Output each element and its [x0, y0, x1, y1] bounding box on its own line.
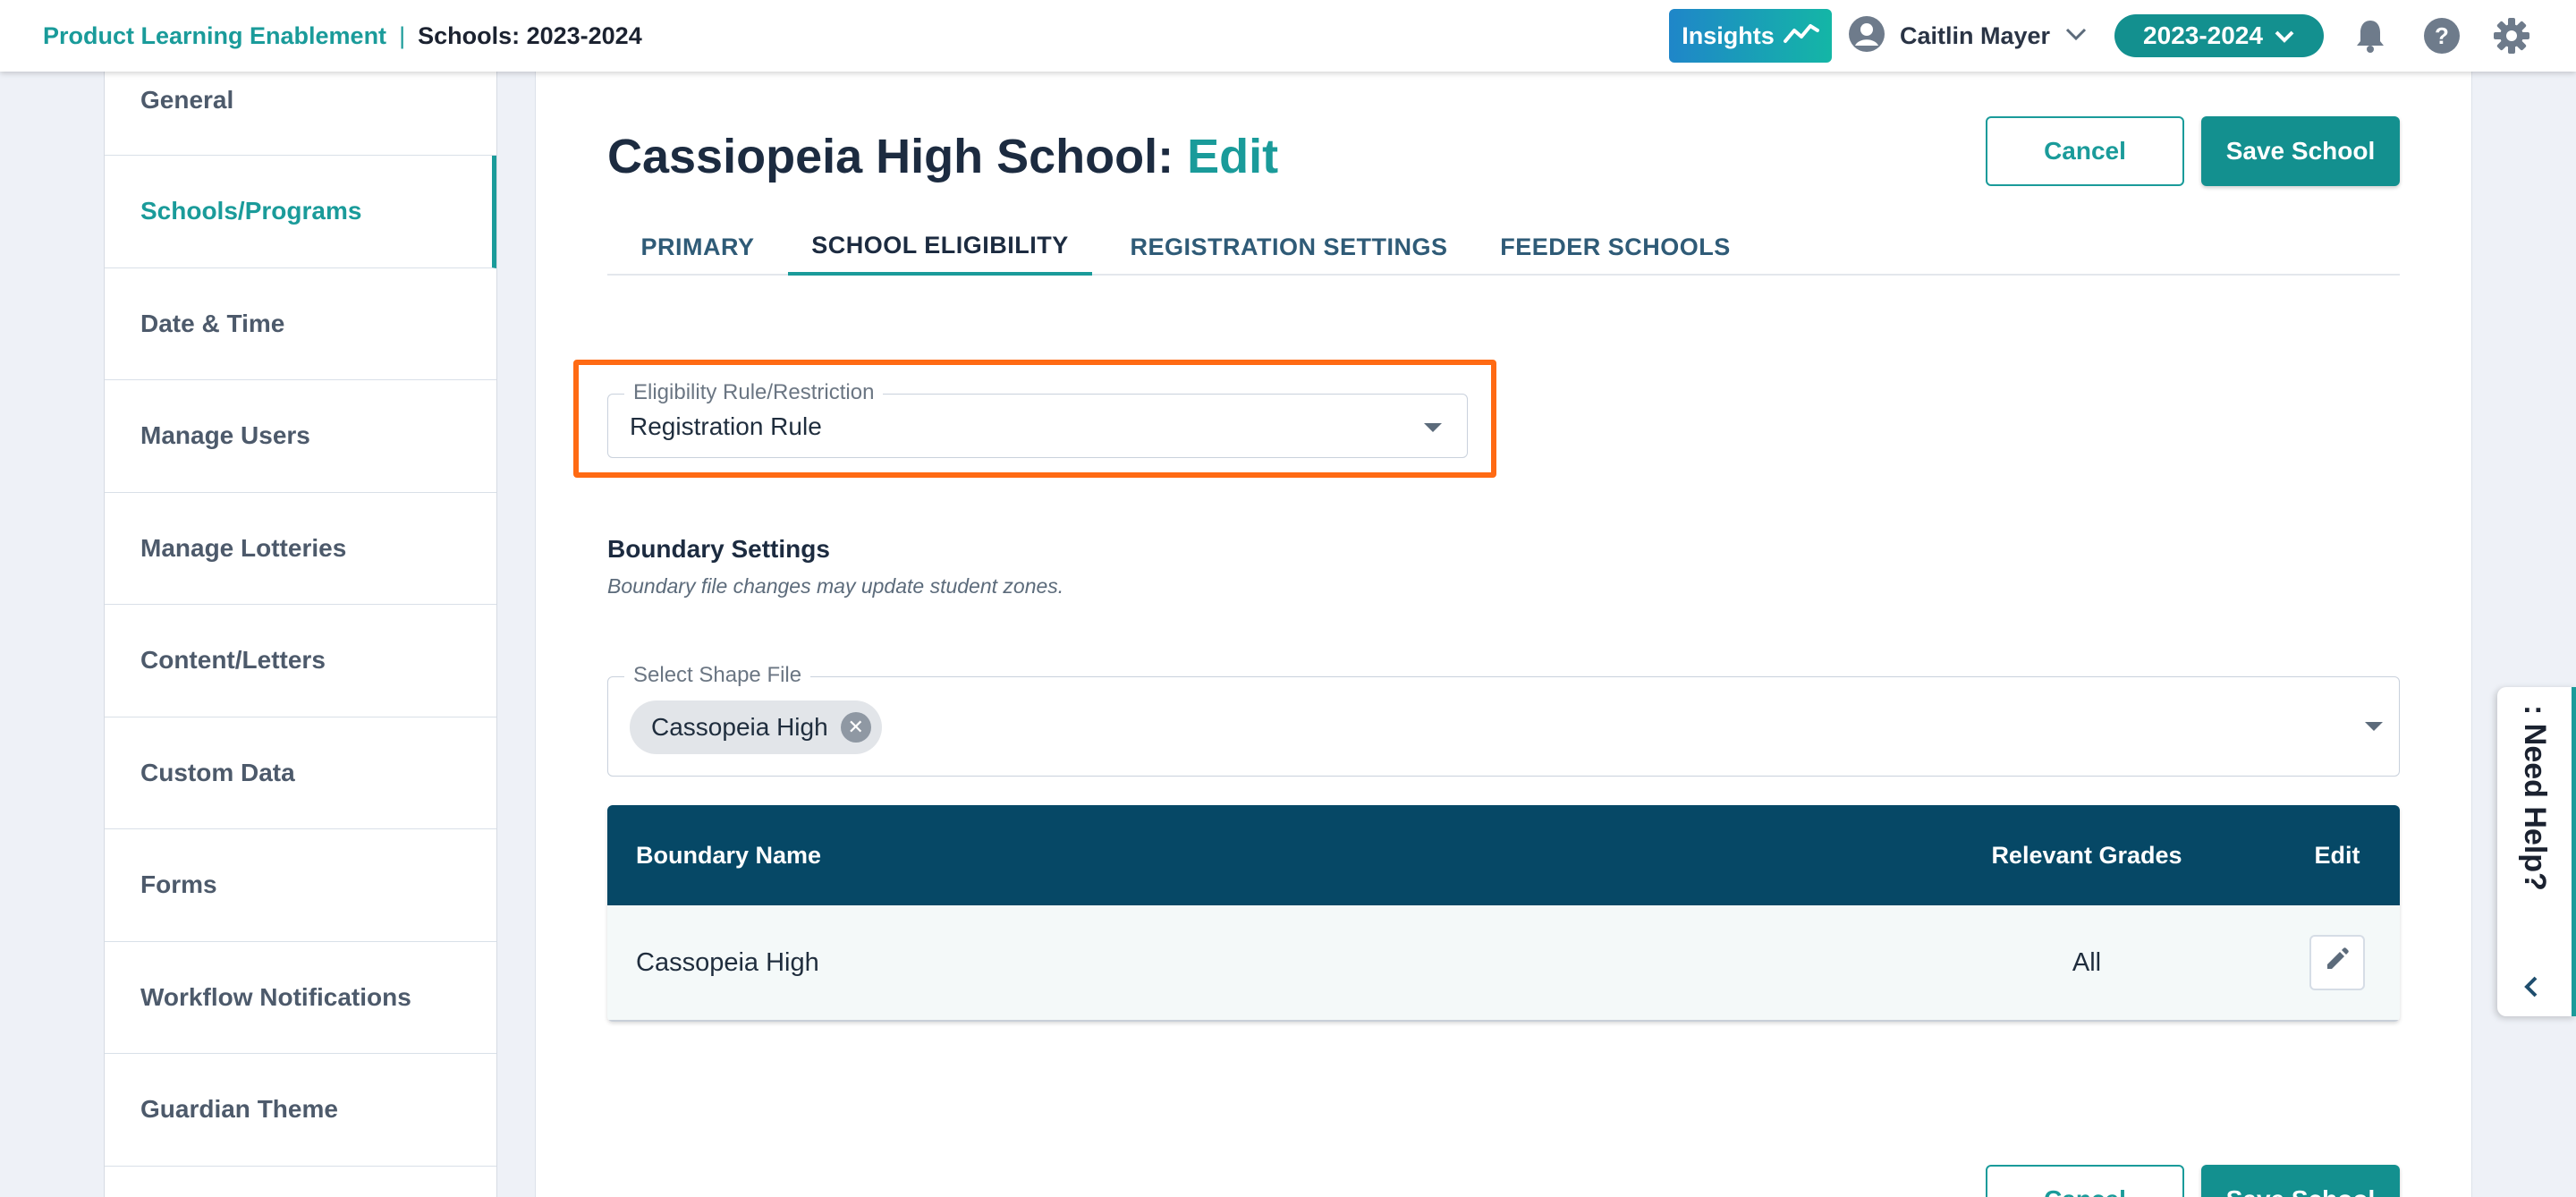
sidebar-item-label: Custom Data: [140, 758, 295, 786]
school-name: Cassiopeia High School:: [607, 130, 1174, 183]
tab-bar: PRIMARY SCHOOL ELIGIBILITY REGISTRATION …: [607, 218, 2400, 276]
sidebar-item-label: Forms: [140, 870, 217, 899]
sidebar-item-date-time[interactable]: Date & Time: [105, 268, 496, 380]
caret-down-icon: [2365, 722, 2383, 731]
svg-text:?: ?: [2435, 22, 2449, 49]
sidebar-item-custom-data[interactable]: Custom Data: [105, 717, 496, 829]
boundary-table: Boundary Name Relevant Grades Edit Casso…: [607, 805, 2400, 1022]
column-header: Boundary Name: [636, 841, 822, 869]
chevron-left-icon: [2522, 975, 2540, 1003]
insights-label: Insights: [1682, 21, 1775, 49]
bell-icon[interactable]: [2351, 16, 2390, 55]
edit-school-panel: Cassiopeia High School: Edit Cancel Save…: [535, 72, 2472, 1197]
title-mode: Edit: [1187, 130, 1279, 183]
sidebar-item-label: Content/Letters: [140, 646, 326, 675]
tab-school-eligibility[interactable]: SCHOOL ELIGIBILITY: [788, 218, 1092, 276]
shape-file-chip: Cassopeia High ✕: [630, 700, 882, 754]
sidebar-item-label: Guardian Theme: [140, 1095, 338, 1124]
year-label: 2023-2024: [2143, 21, 2263, 49]
breadcrumb-separator: |: [399, 21, 406, 49]
sidebar-item-label: Manage Users: [140, 421, 310, 450]
tab-registration-settings[interactable]: REGISTRATION SETTINGS: [1092, 218, 1486, 276]
table-row: Cassopeia High All: [607, 905, 2400, 1022]
shape-file-label: Select Shape File: [624, 663, 811, 688]
column-header: Relevant Grades: [1991, 841, 2182, 869]
edit-row-button[interactable]: [2309, 935, 2365, 990]
insights-button[interactable]: Insights: [1669, 9, 1832, 63]
eligibility-rule-select[interactable]: Eligibility Rule/Restriction Registratio…: [607, 380, 1468, 458]
eligibility-rule-value: Registration Rule: [630, 412, 822, 440]
tab-feeder-schools[interactable]: FEEDER SCHOOLS: [1486, 218, 1745, 276]
need-help-tab[interactable]: : Need Help?: [2497, 687, 2576, 1016]
org-name[interactable]: Product Learning Enablement: [43, 22, 386, 50]
gear-icon[interactable]: [2492, 16, 2531, 55]
sidebar-item-label: Schools/Programs: [140, 197, 362, 225]
bottom-save-school-button[interactable]: Save School: [2201, 1165, 2400, 1197]
year-selector[interactable]: 2023-2024: [2114, 14, 2324, 57]
pencil-icon: [2324, 946, 2351, 980]
chevron-down-icon: [2274, 21, 2295, 50]
table-header: Boundary Name Relevant Grades Edit: [607, 805, 2400, 905]
user-menu[interactable]: Caitlin Mayer: [1848, 0, 2088, 72]
top-bar: Product Learning Enablement | Schools: 2…: [0, 0, 2576, 72]
caret-down-icon: [1424, 423, 1442, 432]
sidebar-item-manage-users[interactable]: Manage Users: [105, 380, 496, 493]
sidebar-item-label: Workflow Notifications: [140, 982, 411, 1011]
page-title: Cassiopeia High School: Edit: [607, 129, 1278, 184]
sidebar-item-general[interactable]: General: [105, 72, 496, 156]
user-avatar-icon: [1848, 15, 1885, 57]
sidebar-item-content-letters[interactable]: Content/Letters: [105, 605, 496, 717]
sidebar-item-schools-programs[interactable]: Schools/Programs: [105, 156, 496, 268]
breadcrumb: Product Learning Enablement | Schools: 2…: [43, 0, 642, 72]
user-name: Caitlin Mayer: [1900, 21, 2051, 49]
edit-cell: [2275, 935, 2400, 990]
tab-primary[interactable]: PRIMARY: [607, 218, 788, 276]
bottom-cancel-button[interactable]: Cancel: [1986, 1165, 2184, 1197]
shape-file-select[interactable]: Select Shape File Cassopeia High ✕: [607, 663, 2400, 777]
sidebar-item-workflow-notifications[interactable]: Workflow Notifications: [105, 942, 496, 1054]
boundary-settings-title: Boundary Settings: [607, 535, 830, 563]
relevant-grades-cell: All: [2072, 947, 2102, 977]
sidebar-item-label: Date & Time: [140, 309, 285, 337]
eligibility-rule-label: Eligibility Rule/Restriction: [624, 380, 884, 405]
cancel-button[interactable]: Cancel: [1986, 116, 2184, 186]
need-help-label: : Need Help?: [2518, 705, 2552, 891]
sidebar-item-guardian-theme[interactable]: Guardian Theme: [105, 1054, 496, 1167]
remove-chip-icon[interactable]: ✕: [840, 712, 871, 743]
save-school-button[interactable]: Save School: [2201, 116, 2400, 186]
boundary-settings-subtitle: Boundary file changes may update student…: [607, 574, 1064, 598]
settings-sidebar: General Schools/Programs Date & Time Man…: [104, 72, 497, 1197]
chip-label: Cassopeia High: [651, 713, 828, 741]
trend-icon: [1783, 21, 1819, 51]
sidebar-item-manage-lotteries[interactable]: Manage Lotteries: [105, 493, 496, 605]
help-icon[interactable]: ?: [2422, 16, 2462, 55]
context-label: Schools: 2023-2024: [418, 21, 642, 49]
sidebar-item-forms[interactable]: Forms: [105, 829, 496, 942]
chevron-down-icon: [2064, 27, 2088, 46]
column-header: Edit: [2314, 841, 2360, 869]
sidebar-item-label: Manage Lotteries: [140, 533, 347, 562]
boundary-name-cell: Cassopeia High: [636, 947, 819, 977]
sidebar-item-label: General: [140, 86, 234, 114]
